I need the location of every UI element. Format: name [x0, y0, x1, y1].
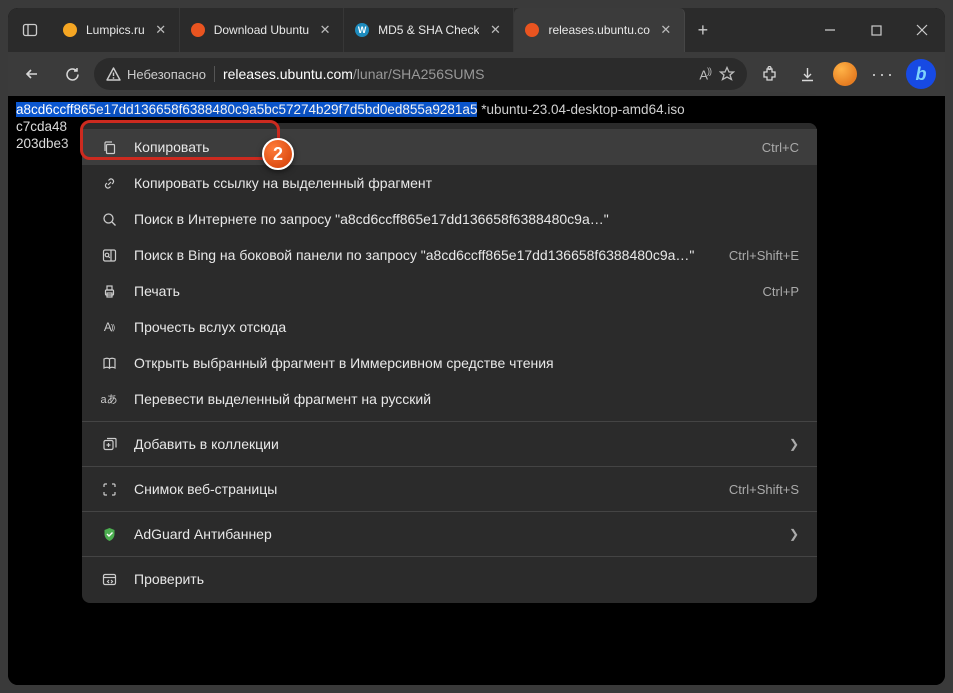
separator — [82, 556, 817, 557]
chevron-right-icon: ❯ — [789, 527, 799, 541]
ctx-label: Копировать ссылку на выделенный фрагмент — [134, 175, 799, 191]
book-icon — [100, 354, 118, 372]
downloads-button[interactable] — [789, 56, 825, 92]
capture-icon — [100, 480, 118, 498]
ctx-copy[interactable]: Копировать Ctrl+C — [82, 129, 817, 165]
separator — [214, 66, 215, 82]
ctx-web-capture[interactable]: Снимок веб-страницы Ctrl+Shift+S — [82, 471, 817, 507]
maximize-button[interactable] — [853, 8, 899, 52]
extensions-button[interactable] — [751, 56, 787, 92]
ctx-label: Перевести выделенный фрагмент на русский — [134, 391, 799, 407]
annotation-badge: 2 — [262, 138, 294, 170]
titlebar: Lumpics.ru ✕ Download Ubuntu ✕ W MD5 & S… — [8, 8, 945, 52]
read-aloud-icon: A)) — [100, 318, 118, 336]
tab-0[interactable]: Lumpics.ru ✕ — [52, 8, 180, 52]
inspect-icon — [100, 570, 118, 588]
selected-hash: a8cd6ccff865e17dd136658f6388480c9a5bc572… — [16, 102, 477, 117]
new-tab-button[interactable]: + — [685, 8, 721, 52]
ctx-label: AdGuard Антибаннер — [134, 526, 773, 542]
ctx-label: Проверить — [134, 571, 799, 587]
separator — [82, 511, 817, 512]
separator — [82, 466, 817, 467]
back-button[interactable] — [14, 56, 50, 92]
tab-label: Download Ubuntu — [214, 23, 309, 37]
ctx-label: Копировать — [134, 139, 746, 155]
insecure-indicator[interactable]: Небезопасно — [106, 67, 206, 82]
ctx-shortcut: Ctrl+Shift+S — [729, 482, 799, 497]
link-icon — [100, 174, 118, 192]
warning-icon — [106, 67, 121, 82]
ctx-label: Открыть выбранный фрагмент в Иммерсивном… — [134, 355, 799, 371]
address-bar[interactable]: Небезопасно releases.ubuntu.com/lunar/SH… — [94, 58, 747, 90]
bing-icon: b — [906, 59, 936, 89]
ctx-shortcut: Ctrl+P — [763, 284, 799, 299]
toolbar-right: ··· b — [751, 56, 939, 92]
insecure-label: Небезопасно — [127, 67, 206, 82]
copy-icon — [100, 138, 118, 156]
ctx-shortcut: Ctrl+C — [762, 140, 799, 155]
refresh-button[interactable] — [54, 56, 90, 92]
tab-label: Lumpics.ru — [86, 23, 145, 37]
toolbar: Небезопасно releases.ubuntu.com/lunar/SH… — [8, 52, 945, 96]
ctx-search-bing-sidebar[interactable]: Поиск в Bing на боковой панели по запрос… — [82, 237, 817, 273]
ctx-read-aloud[interactable]: A)) Прочесть вслух отсюда — [82, 309, 817, 345]
context-menu: Копировать Ctrl+C Копировать ссылку на в… — [82, 123, 817, 603]
ctx-label: Поиск в Bing на боковой панели по запрос… — [134, 247, 713, 263]
favicon-icon — [524, 22, 540, 38]
print-icon — [100, 282, 118, 300]
close-icon[interactable]: ✕ — [658, 22, 674, 38]
favicon-icon — [62, 22, 78, 38]
ctx-immersive-reader[interactable]: Открыть выбранный фрагмент в Иммерсивном… — [82, 345, 817, 381]
menu-button[interactable]: ··· — [865, 56, 901, 92]
url-text: releases.ubuntu.com/lunar/SHA256SUMS — [223, 66, 691, 82]
shield-icon — [100, 525, 118, 543]
filename-1: *ubuntu-23.04-desktop-amd64.iso — [477, 102, 684, 117]
ctx-label: Поиск в Интернете по запросу "a8cd6ccff8… — [134, 211, 799, 227]
tab-1[interactable]: Download Ubuntu ✕ — [180, 8, 344, 52]
ctx-adguard[interactable]: AdGuard Антибаннер ❯ — [82, 516, 817, 552]
ctx-translate[interactable]: aあ Перевести выделенный фрагмент на русс… — [82, 381, 817, 417]
ctx-label: Добавить в коллекции — [134, 436, 773, 452]
favicon-icon — [190, 22, 206, 38]
favicon-icon: W — [354, 22, 370, 38]
close-icon[interactable]: ✕ — [317, 22, 333, 38]
close-icon[interactable]: ✕ — [153, 22, 169, 38]
ctx-label: Снимок веб-страницы — [134, 481, 713, 497]
ctx-label: Прочесть вслух отсюда — [134, 319, 799, 335]
orange-icon — [833, 62, 857, 86]
ctx-inspect[interactable]: Проверить — [82, 561, 817, 597]
tab-label: MD5 & SHA Check — [378, 23, 479, 37]
line-2: c7cda48 — [16, 119, 67, 134]
search-icon — [100, 210, 118, 228]
separator — [82, 421, 817, 422]
favorite-icon[interactable] — [719, 66, 735, 82]
tab-strip: Lumpics.ru ✕ Download Ubuntu ✕ W MD5 & S… — [52, 8, 807, 52]
bing-button[interactable]: b — [903, 56, 939, 92]
ctx-label: Печать — [134, 283, 747, 299]
ctx-shortcut: Ctrl+Shift+E — [729, 248, 799, 263]
sidebar-search-icon — [100, 246, 118, 264]
minimize-button[interactable] — [807, 8, 853, 52]
translate-icon: aあ — [100, 390, 118, 408]
tab-2[interactable]: W MD5 & SHA Check ✕ — [344, 8, 514, 52]
vertical-tabs-button[interactable] — [8, 8, 52, 52]
chevron-right-icon: ❯ — [789, 437, 799, 451]
line-3: 203dbe3 — [16, 136, 69, 151]
profile-button[interactable] — [827, 56, 863, 92]
close-window-button[interactable] — [899, 8, 945, 52]
ctx-print[interactable]: Печать Ctrl+P — [82, 273, 817, 309]
tab-label: releases.ubuntu.co — [548, 23, 649, 37]
window-controls — [807, 8, 945, 52]
ctx-copy-link-highlight[interactable]: Копировать ссылку на выделенный фрагмент — [82, 165, 817, 201]
collections-icon — [100, 435, 118, 453]
ctx-add-to-collections[interactable]: Добавить в коллекции ❯ — [82, 426, 817, 462]
reader-icon[interactable]: A)) — [699, 66, 711, 82]
close-icon[interactable]: ✕ — [487, 22, 503, 38]
ctx-search-web[interactable]: Поиск в Интернете по запросу "a8cd6ccff8… — [82, 201, 817, 237]
tab-3[interactable]: releases.ubuntu.co ✕ — [514, 8, 684, 52]
